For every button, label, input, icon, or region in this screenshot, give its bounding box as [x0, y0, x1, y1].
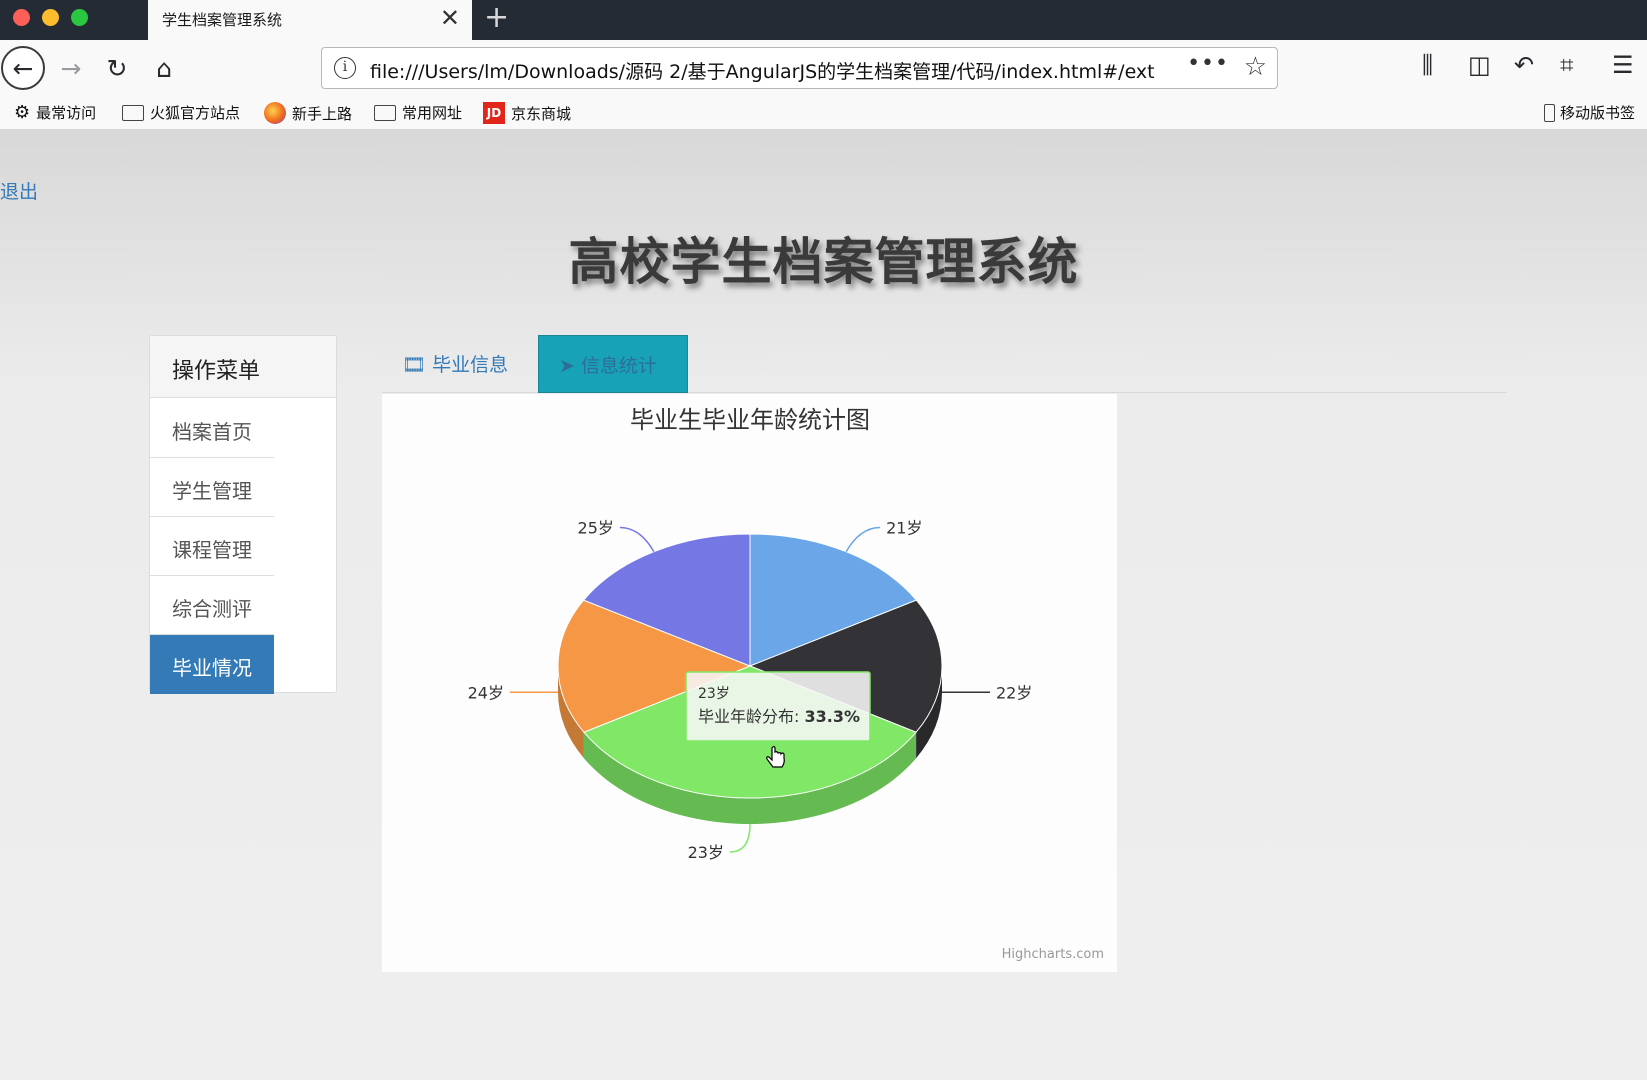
chart-title: 毕业生毕业年龄统计图: [630, 406, 870, 434]
page-title: 高校学生档案管理系统: [568, 233, 1079, 291]
bookmark-star-icon[interactable]: ☆: [1244, 52, 1267, 82]
age-pie-chart[interactable]: 毕业生毕业年龄统计图 21岁 22岁 23岁 24岁 25岁 23岁 毕业年龄分布: 3…: [382, 394, 1117, 972]
browser-navbar: ← → ↻ ⌂ i file:///Users/lm/Downloads/源码 …: [0, 40, 1647, 96]
menu-item-evaluation[interactable]: 综合测评: [150, 576, 274, 635]
bookmark-label: 新手上路: [292, 104, 353, 123]
tab-statistics[interactable]: ➤ 信息统计: [538, 335, 688, 393]
close-window-button[interactable]: [13, 9, 30, 26]
tab-title: 学生档案管理系统: [162, 11, 283, 29]
bookmark-getting-started[interactable]: 新手上路: [264, 102, 352, 124]
bookmark-label: 京东商城: [511, 104, 572, 123]
gear-icon: ⚙: [14, 102, 31, 123]
library-icon[interactable]: ⫼: [1422, 51, 1433, 79]
folder-icon: [374, 104, 396, 121]
zoom-window-button[interactable]: [71, 9, 88, 26]
back-arrow-icon[interactable]: ←: [1, 46, 45, 90]
menu-item-graduation[interactable]: 毕业情况: [150, 635, 274, 694]
bookmark-mobile[interactable]: 移动版书签: [1544, 102, 1635, 123]
browser-tab[interactable]: 学生档案管理系统 ✕: [148, 0, 472, 40]
tooltip-category: 23岁: [698, 686, 730, 702]
tooltip-value-line: 毕业年龄分布: 33.3%: [698, 707, 860, 726]
page-viewport: 退出 高校学生档案管理系统 操作菜单 档案首页 学生管理 课程管理 综合测评 毕…: [0, 130, 1647, 1080]
screenshot-crop-icon[interactable]: ⌗: [1560, 51, 1574, 79]
sidebar-icon[interactable]: ◫: [1468, 51, 1491, 79]
window-titlebar: 学生档案管理系统 ✕ +: [0, 0, 1647, 40]
menu-item-course-management[interactable]: 课程管理: [150, 517, 274, 576]
bookmarks-toolbar: ⚙ 最常访问 火狐官方站点 新手上路 常用网址 JD 京东商城 移动版书签: [0, 96, 1647, 130]
bookmark-firefox-sites[interactable]: 火狐官方站点: [122, 102, 240, 123]
page-actions-icon[interactable]: •••: [1187, 51, 1229, 76]
pie-data-label: 24岁: [468, 683, 504, 702]
firefox-icon: [264, 102, 286, 124]
menu-item-student-management[interactable]: 学生管理: [150, 458, 274, 517]
forward-arrow-icon[interactable]: →: [49, 46, 93, 90]
site-info-icon[interactable]: i: [334, 57, 356, 79]
pie-data-label: 23岁: [688, 843, 724, 862]
tooltip-series-name: 毕业年龄分布: [698, 707, 794, 726]
bookmark-common-sites[interactable]: 常用网址: [374, 102, 462, 123]
pie-label-connector: [619, 526, 655, 553]
home-icon[interactable]: ⌂: [142, 46, 186, 90]
bookmark-jd[interactable]: JD 京东商城: [483, 102, 571, 124]
bookmark-label: 最常访问: [36, 104, 97, 122]
tooltip-value: 33.3%: [805, 707, 861, 726]
tab-label: 毕业信息: [432, 354, 509, 376]
send-icon: ➤: [559, 355, 575, 377]
hamburger-menu-icon[interactable]: ☰: [1612, 51, 1634, 79]
bookmark-label: 移动版书签: [1560, 104, 1636, 122]
chart-panel: 毕业生毕业年龄统计图 21岁 22岁 23岁 24岁 25岁 23岁 毕业年龄分布: 3…: [382, 394, 1117, 972]
undo-icon[interactable]: ↶: [1514, 51, 1534, 79]
chart-credit[interactable]: Highcharts.com: [1002, 947, 1104, 962]
content-tabs: 🎞 毕业信息 ➤ 信息统计: [382, 335, 1507, 393]
close-tab-icon[interactable]: ✕: [440, 4, 460, 32]
url-bar[interactable]: i file:///Users/lm/Downloads/源码 2/基于Angu…: [321, 47, 1278, 89]
url-text[interactable]: file:///Users/lm/Downloads/源码 2/基于Angula…: [370, 57, 1178, 84]
menu-heading: 操作菜单: [150, 336, 336, 398]
folder-icon: [122, 104, 144, 121]
logout-link[interactable]: 退出: [0, 177, 38, 204]
tab-label: 信息统计: [580, 355, 657, 377]
pie-data-label: 25岁: [578, 518, 614, 537]
phone-icon: [1544, 103, 1555, 122]
pie-data-label: 21岁: [886, 518, 922, 537]
pie-label-connector: [729, 823, 751, 853]
tab-graduation-info[interactable]: 🎞 毕业信息: [382, 335, 528, 393]
bookmark-label: 常用网址: [402, 104, 463, 122]
operation-menu: 操作菜单 档案首页 学生管理 课程管理 综合测评 毕业情况: [149, 335, 337, 694]
pie-label-connector: [845, 526, 881, 553]
pie-data-label: 22岁: [996, 683, 1032, 702]
minimize-window-button[interactable]: [42, 9, 59, 26]
chart-tooltip: 23岁 毕业年龄分布: 33.3%: [685, 671, 871, 742]
reload-icon[interactable]: ↻: [95, 46, 139, 90]
bookmark-label: 火狐官方站点: [150, 104, 241, 122]
film-icon: 🎞: [402, 354, 427, 376]
jd-icon: JD: [483, 102, 505, 124]
menu-item-archive-home[interactable]: 档案首页: [150, 399, 274, 458]
new-tab-icon[interactable]: +: [484, 0, 509, 35]
bookmark-most-visited[interactable]: ⚙ 最常访问: [14, 102, 96, 123]
